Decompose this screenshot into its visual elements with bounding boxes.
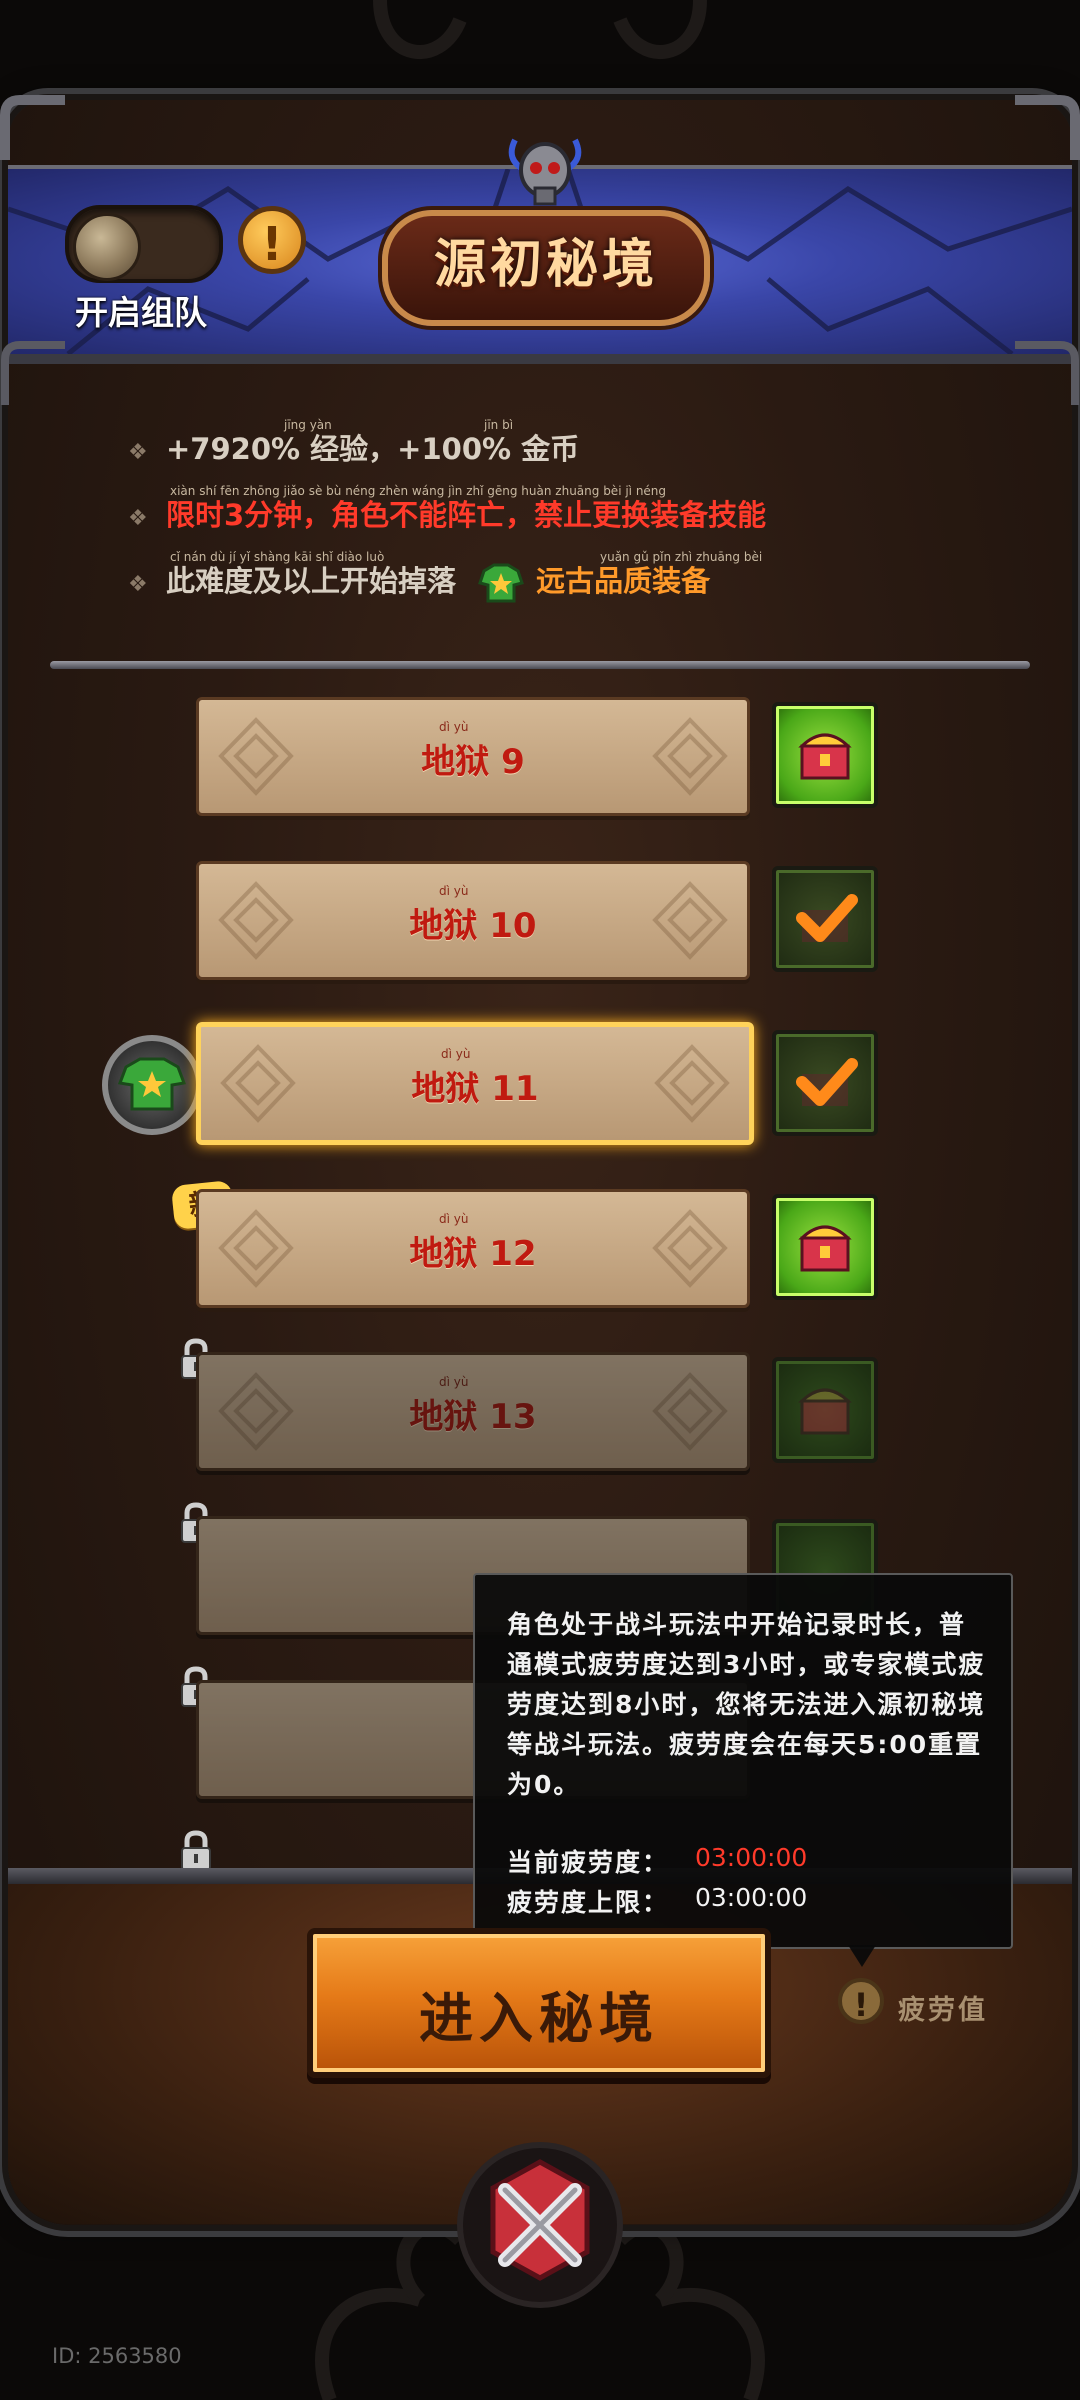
team-toggle-label: 开启组队 [75,293,207,332]
toggle-knob [73,213,141,281]
section-divider [50,661,1030,669]
chest-icon [798,733,852,780]
reward-chest-locked [772,1357,878,1463]
max-fatigue-label: 疲劳度上限： [507,1888,670,1917]
fatigue-tooltip: 角色处于战斗玩法中开始记录时长，普通模式疲劳度达到3小时，或专家模式疲劳度达到8… [473,1573,1013,1949]
chest-icon [798,1225,852,1272]
reward-chest-claimed [772,866,878,972]
diamond-bullet-icon: ❖ [128,572,148,597]
current-fatigue-value: 03:00:00 [695,1843,808,1872]
info-rewards-text: +7920% 经验，+100% 金币 [166,432,580,466]
info-drops-highlight: 远古品质装备 [536,564,711,598]
enter-realm-label: 进入秘境 [419,1987,659,2050]
level-label: 地狱 11 [411,1069,539,1109]
level-row-hell-9[interactable]: dì yù 地狱 9 [196,697,750,816]
skull-emblem-icon [508,138,582,206]
info-line-rules: ❖ 限时3分钟，角色不能阵亡，禁止更换装备技能 [128,492,766,534]
level-label: 地狱 10 [409,906,537,946]
fatigue-label: 疲劳值 [898,1995,988,2026]
info-drops-prefix: 此难度及以上开始掉落 [166,564,457,598]
level-pinyin: dì yù [439,1375,469,1389]
level-pinyin: dì yù [441,1047,471,1061]
ancient-armor-icon [478,563,525,603]
corner-ornament-mid-left [1,341,65,405]
level-row-hell-12[interactable]: dì yù 地狱 12 [196,1189,750,1308]
checkmark-icon [796,1058,858,1106]
reward-chest-available[interactable] [772,702,878,808]
level-row-hell-10[interactable]: dì yù 地狱 10 [196,861,750,980]
page-title: 源初秘境 [433,235,658,295]
reward-chest-claimed [772,1030,878,1136]
tooltip-description: 角色处于战斗玩法中开始记录时长，普通模式疲劳度达到3小时，或专家模式疲劳度达到8… [507,1610,986,1799]
diamond-bullet-icon: ❖ [128,440,148,465]
level-pinyin: dì yù [439,720,469,734]
current-fatigue-label: 当前疲劳度： [507,1848,670,1877]
level-label: 地狱 13 [409,1397,537,1437]
checkmark-icon [796,894,858,942]
enter-realm-button[interactable]: 进入秘境 [307,1928,771,2078]
lock-icon [181,1830,211,1871]
alert-icon: ! [838,1978,884,2024]
level-row-hell-13: dì yù 地狱 13 [196,1352,750,1471]
tooltip-pointer [848,1945,876,1967]
armor-marker-icon [117,1057,187,1111]
info-rules-text: 限时3分钟，角色不能阵亡，禁止更换装备技能 [166,498,767,532]
corner-ornament-top-left [0,95,65,160]
current-level-indicator [102,1035,202,1135]
level-pinyin: dì yù [439,1212,469,1226]
team-toggle-switch[interactable] [65,205,223,283]
reward-chest-available[interactable] [772,1194,878,1300]
close-emblem-icon[interactable] [455,2140,625,2310]
player-id: ID: 2563580 [52,2344,182,2368]
info-line-rewards: ❖ +7920% 经验，+100% 金币 [128,426,579,468]
max-fatigue-row: 疲劳度上限： 03:00:00 [507,1883,807,1919]
level-label: 地狱 9 [421,742,525,782]
corner-ornament-top-right [1015,95,1080,160]
diamond-bullet-icon: ❖ [128,506,148,531]
corner-ornament-mid-right [1015,341,1079,405]
info-line-drops: ❖ 此难度及以上开始掉落 远古品质装备 [128,558,710,603]
current-fatigue-row: 当前疲劳度： 03:00:00 [507,1843,807,1879]
max-fatigue-value: 03:00:00 [695,1883,808,1912]
level-label: 地狱 12 [409,1234,537,1274]
level-row-hell-11[interactable]: dì yù 地狱 11 [196,1022,754,1145]
info-button[interactable]: ! [238,206,306,274]
level-pinyin: dì yù [439,884,469,898]
chest-icon [798,1388,852,1435]
